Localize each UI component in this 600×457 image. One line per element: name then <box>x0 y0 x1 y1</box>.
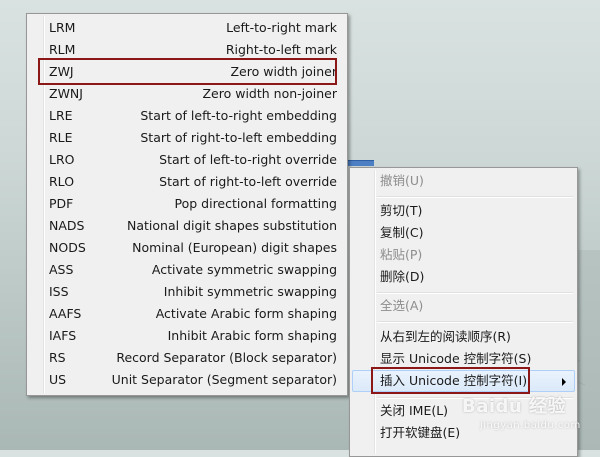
baidu-watermark: Baidu 经验 jingyan.baidu.com <box>462 392 581 431</box>
menu-item-label: 粘贴(P) <box>380 247 423 262</box>
submenu-item-code: LRM <box>49 20 76 35</box>
submenu-item-rlm[interactable]: RLM Right-to-left mark <box>29 39 345 61</box>
menu-item-undo[interactable]: 撤销(U) <box>352 170 575 192</box>
submenu-item-desc: Pop directional formatting <box>174 196 337 211</box>
submenu-item-lro[interactable]: LRO Start of left-to-right override <box>29 149 345 171</box>
menu-item-label: 全选(A) <box>380 298 424 313</box>
submenu-item-code: ZWNJ <box>49 86 83 101</box>
submenu-item-code: US <box>49 372 67 387</box>
submenu-item-desc: Unit Separator (Segment separator) <box>111 372 337 387</box>
submenu-item-desc: Start of right-to-left embedding <box>140 130 337 145</box>
menu-item-label: 显示 Unicode 控制字符(S) <box>380 351 532 366</box>
menu-item-label: 从右到左的阅读顺序(R) <box>380 329 511 344</box>
menu-item-label: 撤销(U) <box>380 173 424 188</box>
submenu-item-pdf[interactable]: PDF Pop directional formatting <box>29 193 345 215</box>
menu-item-rtl-reading-order[interactable]: 从右到左的阅读顺序(R) <box>352 326 575 348</box>
submenu-item-zwj[interactable]: ZWJ Zero width joiner <box>29 61 345 83</box>
submenu-item-desc: National digit shapes substitution <box>127 218 337 233</box>
submenu-arrow-icon <box>562 378 566 386</box>
menu-separator <box>377 196 573 198</box>
submenu-item-us[interactable]: US Unit Separator (Segment separator) <box>29 369 345 391</box>
menu-item-copy[interactable]: 复制(C) <box>352 222 575 244</box>
menu-item-label: 关闭 IME(L) <box>380 403 449 418</box>
menu-item-label: 插入 Unicode 控制字符(I) <box>380 373 528 388</box>
submenu-item-code: AAFS <box>49 306 82 321</box>
menu-item-label: 复制(C) <box>380 225 424 240</box>
submenu-item-desc: Record Separator (Block separator) <box>116 350 337 365</box>
submenu-item-code: PDF <box>49 196 74 211</box>
submenu-item-code: IAFS <box>49 328 77 343</box>
submenu-item-code: NODS <box>49 240 86 255</box>
menu-item-insert-unicode-control[interactable]: 插入 Unicode 控制字符(I) <box>352 370 575 392</box>
submenu-item-code: RLO <box>49 174 75 189</box>
submenu-item-ass[interactable]: ASS Activate symmetric swapping <box>29 259 345 281</box>
watermark-brand: Baidu 经验 <box>462 396 567 417</box>
submenu-item-code: RLM <box>49 42 76 57</box>
submenu-item-code: ASS <box>49 262 74 277</box>
menu-item-select-all[interactable]: 全选(A) <box>352 295 575 317</box>
submenu-item-desc: Start of right-to-left override <box>159 174 337 189</box>
menu-item-paste[interactable]: 粘贴(P) <box>352 244 575 266</box>
menu-item-cut[interactable]: 剪切(T) <box>352 200 575 222</box>
submenu-item-code: ISS <box>49 284 69 299</box>
submenu-item-desc: Left-to-right mark <box>226 20 337 35</box>
submenu-item-iafs[interactable]: IAFS Inhibit Arabic form shaping <box>29 325 345 347</box>
submenu-item-desc: Inhibit Arabic form shaping <box>167 328 337 343</box>
submenu-item-code: LRO <box>49 152 75 167</box>
submenu-item-desc: Zero width joiner <box>230 64 337 79</box>
submenu-item-code: RLE <box>49 130 73 145</box>
submenu-item-desc: Right-to-left mark <box>225 42 337 57</box>
submenu-item-desc: Start of left-to-right override <box>159 152 337 167</box>
text-selection <box>344 160 374 166</box>
submenu-item-rle[interactable]: RLE Start of right-to-left embedding <box>29 127 345 149</box>
menu-item-label: 剪切(T) <box>380 203 423 218</box>
watermark-url: jingyan.baidu.com <box>480 420 581 431</box>
submenu-item-desc: Start of left-to-right embedding <box>140 108 337 123</box>
submenu-item-desc: Nominal (European) digit shapes <box>132 240 337 255</box>
submenu-item-desc: Activate Arabic form shaping <box>155 306 337 321</box>
submenu-item-code: LRE <box>49 108 73 123</box>
submenu-item-rlo[interactable]: RLO Start of right-to-left override <box>29 171 345 193</box>
submenu-item-rs[interactable]: RS Record Separator (Block separator) <box>29 347 345 369</box>
submenu-item-desc: Zero width non-joiner <box>202 86 337 101</box>
submenu-item-code: ZWJ <box>49 64 74 79</box>
submenu-item-code: NADS <box>49 218 85 233</box>
menu-separator <box>377 292 573 294</box>
submenu-item-aafs[interactable]: AAFS Activate Arabic form shaping <box>29 303 345 325</box>
menu-item-label: 删除(D) <box>380 269 425 284</box>
submenu-item-lre[interactable]: LRE Start of left-to-right embedding <box>29 105 345 127</box>
submenu-item-iss[interactable]: ISS Inhibit symmetric swapping <box>29 281 345 303</box>
menu-item-show-unicode-control[interactable]: 显示 Unicode 控制字符(S) <box>352 348 575 370</box>
submenu-item-nads[interactable]: NADS National digit shapes substitution <box>29 215 345 237</box>
submenu-item-desc: Inhibit symmetric swapping <box>163 284 337 299</box>
unicode-control-submenu: LRM Left-to-right mark RLM Right-to-left… <box>26 13 348 396</box>
submenu-item-code: RS <box>49 350 66 365</box>
submenu-item-zwnj[interactable]: ZWNJ Zero width non-joiner <box>29 83 345 105</box>
menu-item-label: 打开软键盘(E) <box>380 425 461 440</box>
submenu-item-lrm[interactable]: LRM Left-to-right mark <box>29 17 345 39</box>
submenu-item-desc: Activate symmetric swapping <box>151 262 337 277</box>
submenu-item-nods[interactable]: NODS Nominal (European) digit shapes <box>29 237 345 259</box>
menu-item-delete[interactable]: 删除(D) <box>352 266 575 288</box>
menu-separator <box>377 321 573 323</box>
